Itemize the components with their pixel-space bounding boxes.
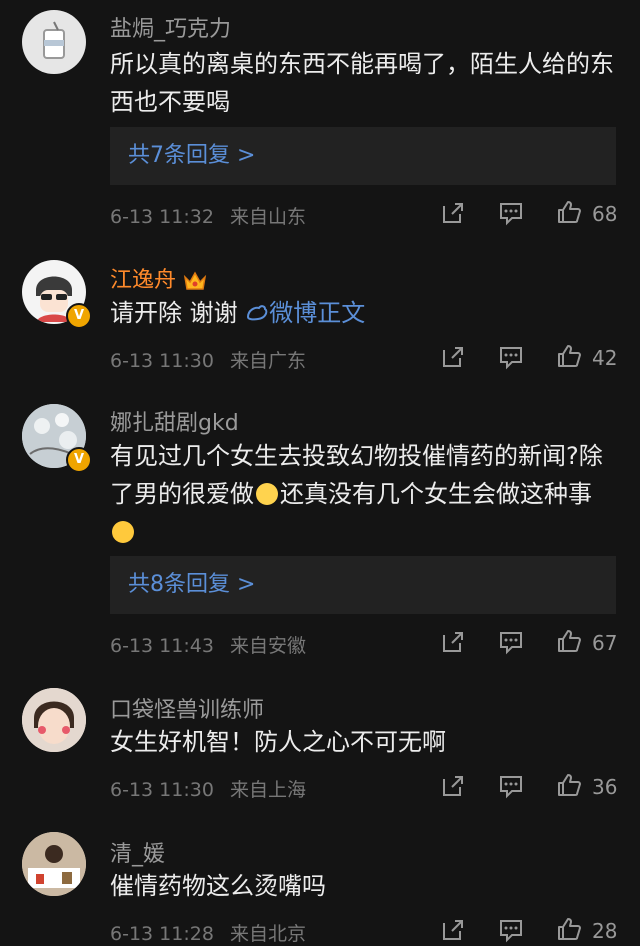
comment-time: 6-13 11:30 xyxy=(110,779,214,801)
comment-icon[interactable] xyxy=(498,773,524,799)
share-icon[interactable] xyxy=(440,629,466,655)
thinking-emoji-icon xyxy=(256,483,278,505)
comment-icon[interactable] xyxy=(498,200,524,226)
thumbs-up-icon[interactable] xyxy=(556,628,582,654)
thumbs-up-icon[interactable] xyxy=(556,916,582,942)
comment-meta: 6-13 11:28 来自北京 xyxy=(110,919,306,946)
comment-icon[interactable] xyxy=(498,629,524,655)
like-count: 42 xyxy=(592,346,618,370)
username-text: 江逸舟 xyxy=(110,268,177,293)
comment-time: 6-13 11:43 xyxy=(110,635,214,657)
comment-time: 6-13 11:30 xyxy=(110,350,214,372)
comment-icon[interactable] xyxy=(498,917,524,943)
username[interactable]: 江逸舟 xyxy=(110,262,208,294)
verified-badge-icon: V xyxy=(66,303,92,329)
comment-location: 来自上海 xyxy=(229,779,306,801)
comment-meta: 6-13 11:43 来自安徽 xyxy=(110,631,306,658)
comment-location: 来自山东 xyxy=(229,206,306,228)
share-icon[interactable] xyxy=(440,917,466,943)
comment-text-part2: 还真没有几个女生会做这种事 xyxy=(280,480,592,508)
like-count: 68 xyxy=(592,202,618,226)
comment-text: 女生好机智！防人之心不可无啊 xyxy=(110,728,446,756)
comment-text-body: 请开除 谢谢 xyxy=(110,299,238,327)
like-count: 28 xyxy=(592,919,618,943)
comment-text: 有见过几个女生去投致幻物投催情药的新闻?除了男的很爱做 还真没有几个女生会做这种事 xyxy=(110,437,615,551)
view-replies-button[interactable]: 共8条回复 > xyxy=(110,556,616,614)
laughing-emoji-icon xyxy=(112,521,134,543)
weibo-link[interactable]: 微博正文 xyxy=(245,299,365,327)
view-replies-button[interactable]: 共7条回复 > xyxy=(110,127,616,185)
verified-badge-icon: V xyxy=(66,447,92,473)
comment-text: 催情药物这么烫嘴吗 xyxy=(110,872,326,900)
avatar[interactable] xyxy=(22,10,86,74)
weibo-link-icon xyxy=(247,305,268,321)
comment-text: 所以真的离桌的东西不能再喝了，陌生人给的东西也不要喝 xyxy=(110,50,614,116)
avatar-photo xyxy=(22,688,86,752)
cup-icon xyxy=(43,21,65,59)
comment-location: 来自广东 xyxy=(229,350,306,372)
crown-icon xyxy=(182,269,208,293)
thumbs-up-icon[interactable] xyxy=(556,343,582,369)
comment-time: 6-13 11:28 xyxy=(110,923,214,945)
comment-meta: 6-13 11:30 来自广东 xyxy=(110,346,306,373)
username[interactable]: 清_媛 xyxy=(110,836,165,868)
avatar[interactable] xyxy=(22,832,86,896)
username[interactable]: 盐焗_巧克力 xyxy=(110,11,231,43)
share-icon[interactable] xyxy=(440,344,466,370)
comment-meta: 6-13 11:30 来自上海 xyxy=(110,775,306,802)
comment-icon[interactable] xyxy=(498,344,524,370)
comment-location: 来自安徽 xyxy=(229,635,306,657)
avatar[interactable] xyxy=(22,688,86,752)
comment-location: 来自北京 xyxy=(229,923,306,945)
share-icon[interactable] xyxy=(440,200,466,226)
avatar-photo xyxy=(22,832,86,896)
thumbs-up-icon[interactable] xyxy=(556,772,582,798)
comment-text: 请开除 谢谢 微博正文 xyxy=(110,294,615,332)
weibo-link-text: 微博正文 xyxy=(269,299,366,327)
username[interactable]: 口袋怪兽训练师 xyxy=(110,692,264,724)
thumbs-up-icon[interactable] xyxy=(556,199,582,225)
share-icon[interactable] xyxy=(440,773,466,799)
like-count: 36 xyxy=(592,775,618,799)
comment-meta: 6-13 11:32 来自山东 xyxy=(110,202,306,229)
like-count: 67 xyxy=(592,631,618,655)
username[interactable]: 娜扎甜剧gkd xyxy=(110,405,239,437)
comment-time: 6-13 11:32 xyxy=(110,206,214,228)
